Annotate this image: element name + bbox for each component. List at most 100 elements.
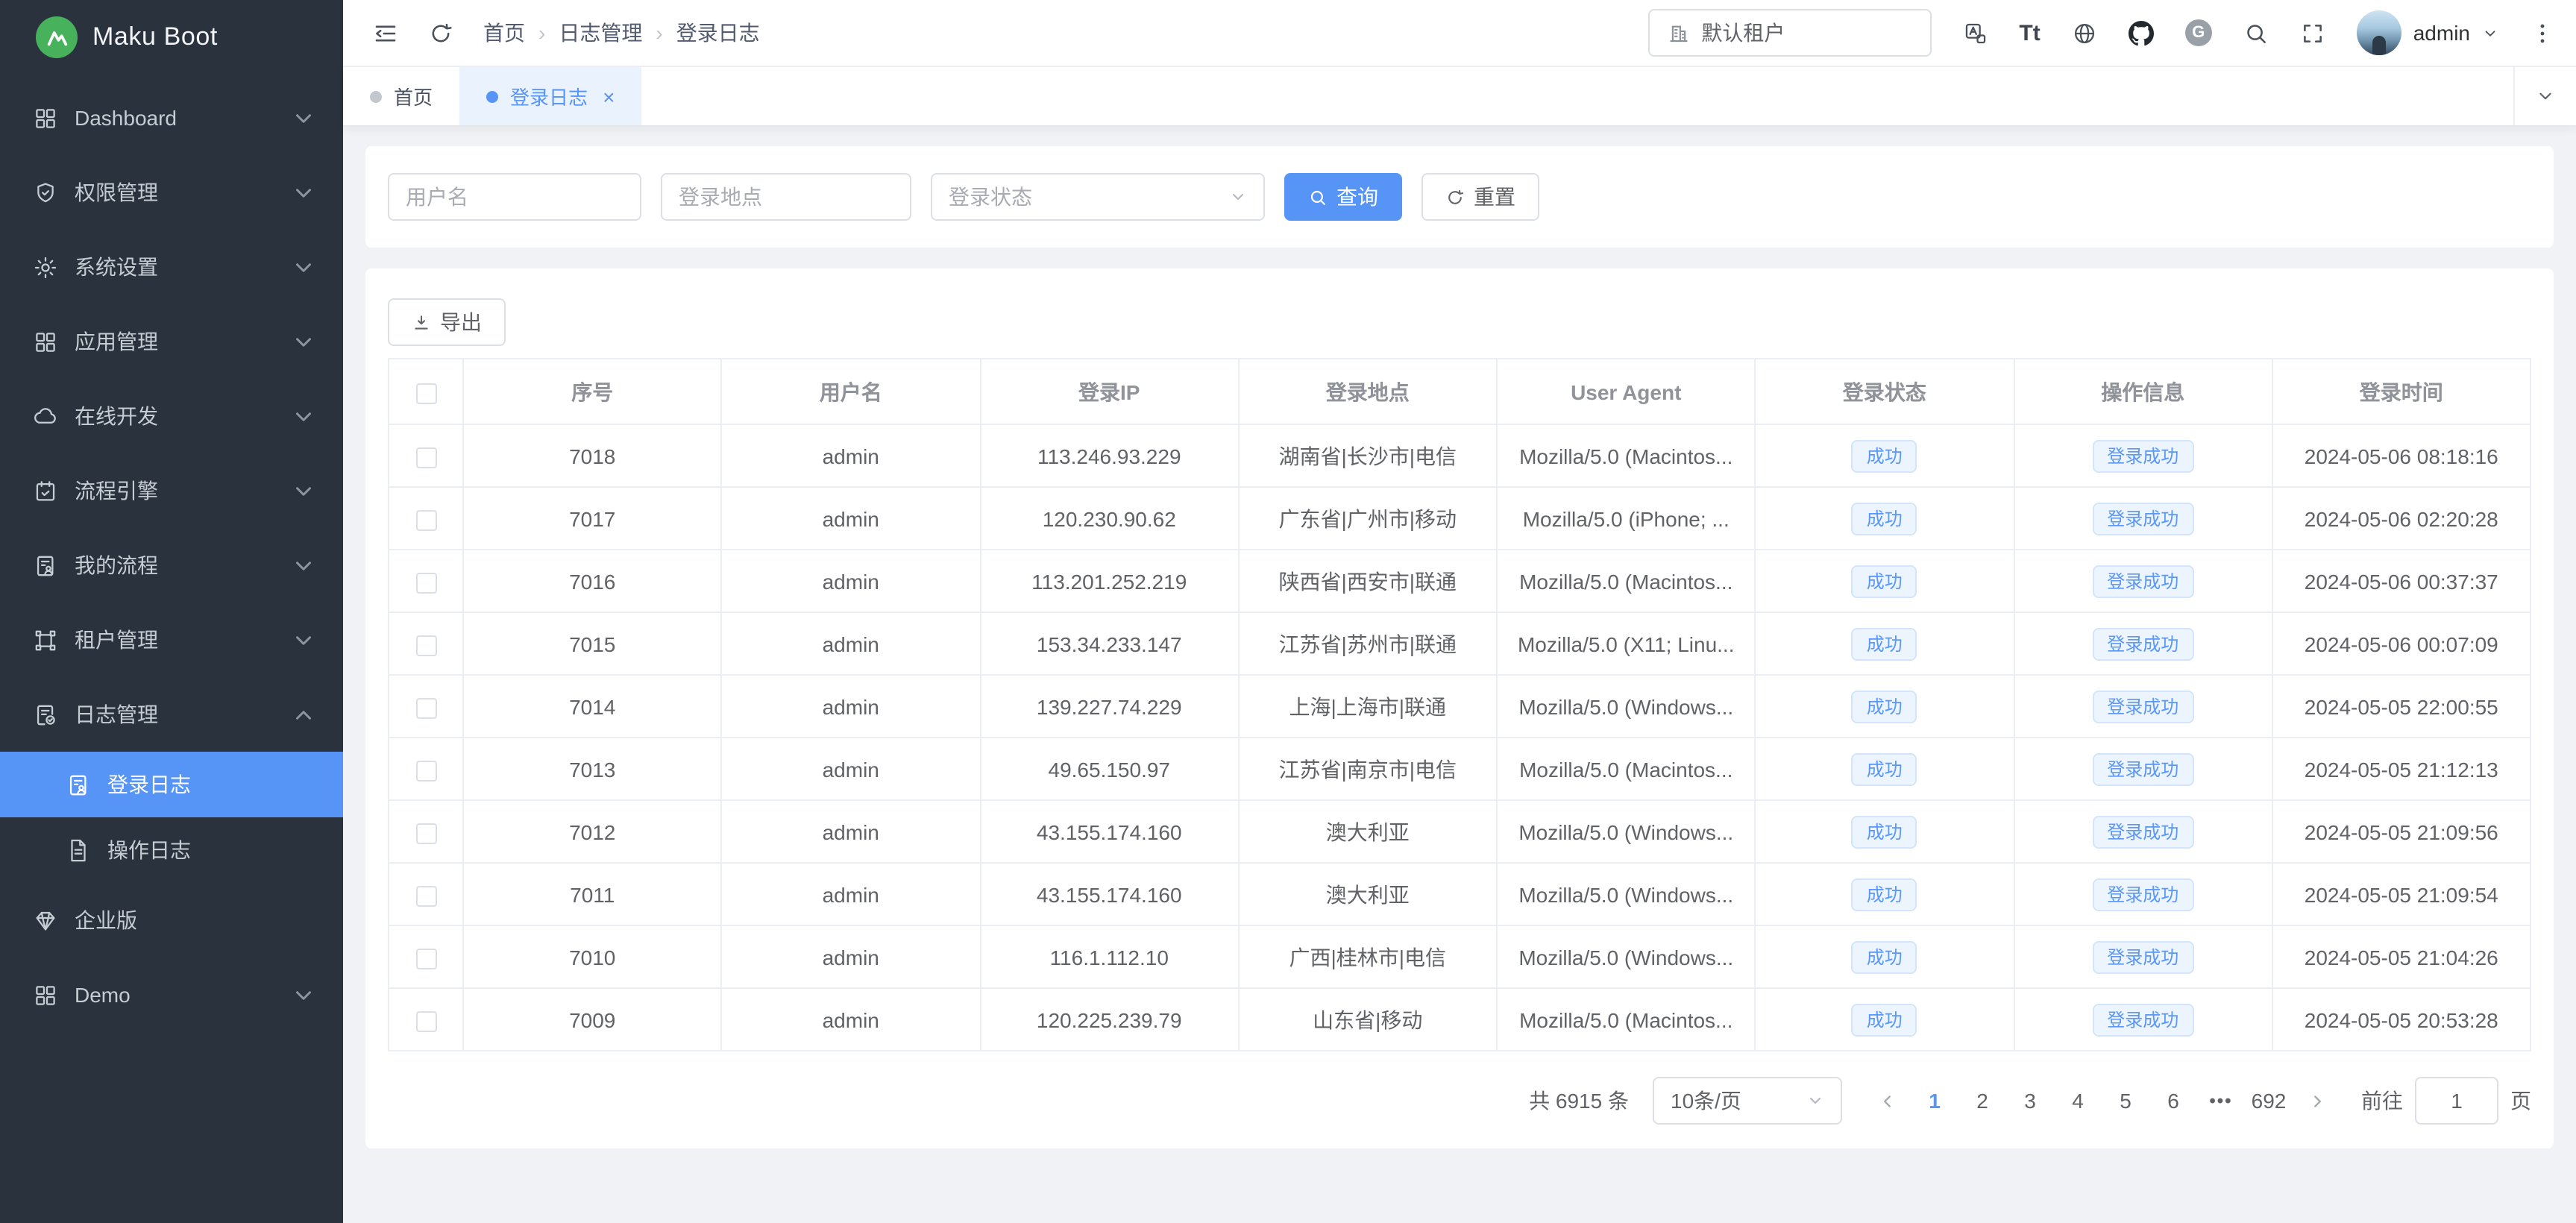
goto-page-input[interactable] [2415, 1077, 2498, 1125]
row-status-cell: 成功 [1756, 925, 2014, 988]
row-username: admin [722, 675, 981, 738]
github-icon[interactable] [2129, 20, 2154, 45]
table-body: 7018admin113.246.93.229湖南省|长沙市|电信Mozilla… [389, 424, 2531, 1051]
diamond-icon [33, 908, 58, 933]
next-page-icon[interactable] [2293, 1077, 2340, 1125]
column-header-User Agent: User Agent [1497, 359, 1756, 424]
sidebar-item-流程引擎[interactable]: 流程引擎 [0, 453, 343, 528]
row-select-cell [389, 863, 463, 925]
translate-icon[interactable] [1962, 20, 1988, 45]
doc-check-icon [33, 702, 58, 727]
sidebar-item-label: 日志管理 [75, 699, 274, 729]
page-size-value: 10条/页 [1671, 1086, 1806, 1116]
sidebar-item-日志管理[interactable]: 日志管理 [0, 677, 343, 752]
sidebar-item-企业版[interactable]: 企业版 [0, 883, 343, 958]
table-row: 7010admin116.1.112.10广西|桂林市|电信Mozilla/5.… [389, 925, 2531, 988]
tab-首页[interactable]: 首页 [343, 67, 459, 125]
row-status-cell: 成功 [1756, 738, 2014, 800]
tab-dot-icon [370, 90, 382, 102]
user-menu[interactable]: admin [2357, 10, 2498, 55]
more-vertical-icon[interactable] [2530, 20, 2555, 45]
export-button[interactable]: 导出 [388, 298, 506, 346]
sidebar-subitem-label: 登录日志 [107, 770, 316, 799]
search-icon[interactable] [2243, 20, 2269, 45]
row-checkbox[interactable] [415, 823, 436, 843]
breadcrumb-item[interactable]: 日志管理 [559, 18, 642, 48]
page-number-5[interactable]: 5 [2102, 1077, 2149, 1125]
row-checkbox[interactable] [415, 447, 436, 468]
breadcrumb-separator: › [656, 21, 662, 45]
sidebar-item-Dashboard[interactable]: Dashboard [0, 81, 343, 155]
prev-page-icon[interactable] [1863, 1077, 1911, 1125]
row-status-cell: 成功 [1756, 988, 2014, 1051]
row-time: 2024-05-06 00:07:09 [2272, 612, 2531, 675]
menu-fold-icon[interactable] [373, 20, 398, 45]
tab-登录日志[interactable]: 登录日志 × [459, 67, 641, 125]
page-number-1[interactable]: 1 [1911, 1077, 1958, 1125]
table-row: 7016admin113.201.252.219陕西省|西安市|联通Mozill… [389, 550, 2531, 612]
status-select-placeholder: 登录状态 [949, 182, 1229, 212]
sidebar-item-label: 在线开发 [75, 401, 274, 431]
page-size-select[interactable]: 10条/页 [1653, 1077, 1842, 1125]
query-button[interactable]: 查询 [1284, 173, 1402, 221]
breadcrumb-item[interactable]: 首页 [483, 18, 525, 48]
row-time: 2024-05-05 22:00:55 [2272, 675, 2531, 738]
select-all-checkbox[interactable] [415, 383, 436, 403]
row-id: 7013 [463, 738, 722, 800]
row-user-agent: Mozilla/5.0 (iPhone; ... [1497, 487, 1756, 550]
close-icon[interactable]: × [603, 86, 615, 107]
row-checkbox[interactable] [415, 948, 436, 969]
row-ip: 113.201.252.219 [980, 550, 1239, 612]
row-checkbox[interactable] [415, 885, 436, 906]
breadcrumb-item[interactable]: 登录日志 [676, 18, 760, 48]
tenant-select[interactable]: 默认租户 [1647, 9, 1931, 57]
tab-label: 首页 [394, 82, 433, 110]
sidebar-item-租户管理[interactable]: 租户管理 [0, 603, 343, 677]
username-input[interactable] [388, 173, 641, 221]
row-checkbox[interactable] [415, 760, 436, 781]
row-checkbox[interactable] [415, 509, 436, 530]
sidebar-item-权限管理[interactable]: 权限管理 [0, 155, 343, 230]
page-number-2[interactable]: 2 [1958, 1077, 2006, 1125]
export-button-label: 导出 [440, 307, 482, 337]
sidebar-item-应用管理[interactable]: 应用管理 [0, 304, 343, 379]
status-select[interactable]: 登录状态 [931, 173, 1265, 221]
tab-label: 登录日志 [510, 82, 588, 110]
row-time: 2024-05-05 21:09:54 [2272, 863, 2531, 925]
row-checkbox[interactable] [415, 635, 436, 655]
sidebar-item-系统设置[interactable]: 系统设置 [0, 230, 343, 304]
tabs-dropdown-icon[interactable] [2513, 67, 2576, 125]
status-badge: 成功 [1852, 502, 1917, 535]
globe-icon[interactable] [2072, 20, 2097, 45]
table-row: 7017admin120.230.90.62广东省|广州市|移动Mozilla/… [389, 487, 2531, 550]
pager-more-icon[interactable]: ••• [2197, 1077, 2245, 1125]
page-number-692[interactable]: 692 [2245, 1077, 2293, 1125]
fullscreen-icon[interactable] [2300, 20, 2325, 45]
reset-button[interactable]: 重置 [1421, 173, 1539, 221]
chevron-down-icon [1806, 1092, 1824, 1110]
row-time: 2024-05-06 02:20:28 [2272, 487, 2531, 550]
sidebar-subitem-登录日志[interactable]: 登录日志 [0, 752, 343, 817]
gitee-icon[interactable]: G [2185, 19, 2212, 46]
page-number-4[interactable]: 4 [2054, 1077, 2102, 1125]
sidebar-item-我的流程[interactable]: 我的流程 [0, 528, 343, 603]
logo-icon [36, 16, 78, 58]
sidebar-item-Demo[interactable]: Demo [0, 958, 343, 1032]
message-badge: 登录成功 [2092, 752, 2193, 785]
refresh-icon[interactable] [428, 20, 453, 45]
row-checkbox[interactable] [415, 697, 436, 718]
row-select-cell [389, 738, 463, 800]
sidebar-item-在线开发[interactable]: 在线开发 [0, 379, 343, 453]
sidebar-subitem-操作日志[interactable]: 操作日志 [0, 817, 343, 883]
row-message-cell: 登录成功 [2014, 675, 2272, 738]
page-number-3[interactable]: 3 [2006, 1077, 2054, 1125]
page-number-6[interactable]: 6 [2149, 1077, 2197, 1125]
grid-icon [33, 982, 58, 1007]
sidebar-item-label: 流程引擎 [75, 476, 274, 506]
row-checkbox[interactable] [415, 572, 436, 593]
row-checkbox[interactable] [415, 1010, 436, 1031]
font-size-icon[interactable]: Tt [2019, 20, 2040, 45]
location-input[interactable] [661, 173, 911, 221]
app-logo[interactable]: Maku Boot [0, 0, 343, 75]
sidebar-menu: Dashboard权限管理系统设置应用管理在线开发流程引擎我的流程租户管理日志管… [0, 75, 343, 1223]
